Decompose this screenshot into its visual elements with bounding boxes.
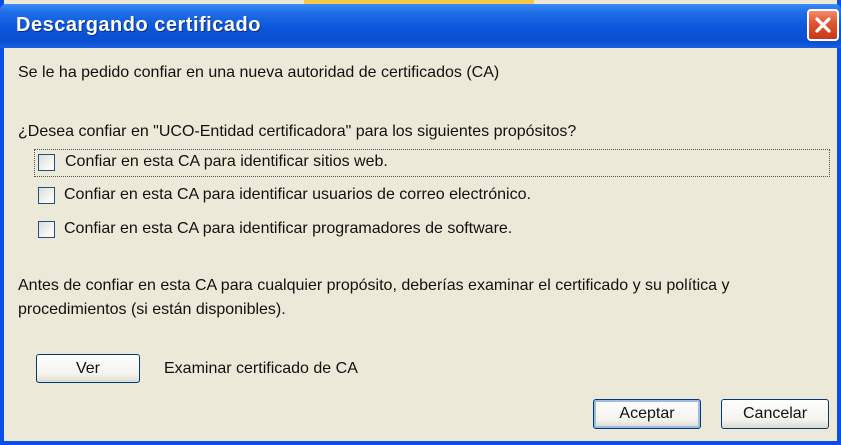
close-button[interactable]: [807, 9, 839, 41]
option-label: Confiar en esta CA para identificar usua…: [64, 186, 531, 203]
option-label: Confiar en esta CA para identificar siti…: [65, 153, 388, 170]
ok-button[interactable]: Aceptar: [593, 399, 701, 429]
view-description: Examinar certificado de CA: [164, 360, 358, 377]
view-button[interactable]: Ver: [36, 354, 140, 383]
title-bar[interactable]: Descargando certificado: [0, 4, 841, 48]
checkbox-icon[interactable]: [38, 154, 55, 171]
question-text: ¿Desea confiar en "UCO-Entidad certifica…: [18, 123, 577, 140]
cancel-button[interactable]: Cancelar: [721, 399, 829, 429]
window-title: Descargando certificado: [16, 14, 261, 36]
option-label: Confiar en esta CA para identificar prog…: [64, 220, 513, 237]
close-icon: [815, 17, 831, 33]
dialog-content: Se le ha pedido confiar en una nueva aut…: [4, 48, 837, 441]
option-identify-websites[interactable]: Confiar en esta CA para identificar siti…: [34, 149, 830, 177]
advice-text: Antes de confiar en esta CA para cualqui…: [18, 277, 730, 318]
checkbox-icon[interactable]: [38, 187, 55, 204]
intro-text: Se le ha pedido confiar en una nueva aut…: [18, 64, 500, 81]
certificate-download-dialog: Descargando certificado Se le ha pedido …: [0, 0, 841, 445]
checkbox-icon[interactable]: [38, 221, 55, 238]
